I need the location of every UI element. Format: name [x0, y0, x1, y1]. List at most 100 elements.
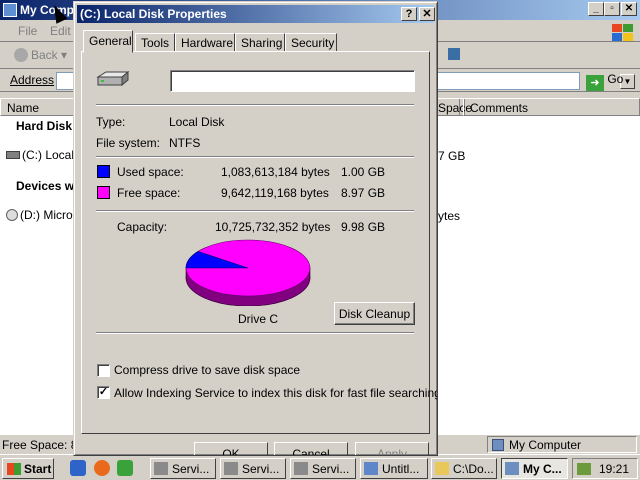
task-label: Servi...	[172, 462, 210, 476]
dialog-close-button[interactable]: ✕	[419, 7, 435, 21]
task-button-active[interactable]: My C...	[501, 458, 568, 479]
firefox-icon[interactable]	[94, 460, 110, 476]
group-devices: Devices w	[16, 179, 75, 193]
task-label: Servi...	[312, 462, 350, 476]
my-computer-icon	[3, 3, 17, 17]
compress-checkbox[interactable]	[97, 364, 110, 377]
start-button[interactable]: Start	[2, 458, 54, 479]
free-space-bytes: 9,642,119,168 bytes	[221, 186, 329, 200]
my-computer-icon	[505, 462, 519, 475]
ie-icon[interactable]	[70, 460, 86, 476]
disk-cleanup-button[interactable]: Disk Cleanup	[334, 302, 415, 325]
disk-usage-pie-chart	[185, 239, 311, 306]
tray-network-icon[interactable]	[577, 463, 591, 475]
hard-drive-icon	[6, 151, 20, 159]
used-space-label: Used space:	[117, 165, 184, 179]
free-space-gb: 8.97 GB	[341, 186, 386, 200]
tab-tools[interactable]: Tools	[135, 33, 175, 52]
capacity-gb: 9.98 GB	[341, 220, 386, 234]
explorer-close-button[interactable]: ✕	[621, 2, 637, 16]
column-comments[interactable]: Comments	[463, 98, 640, 116]
used-space-gb: 1.00 GB	[341, 165, 386, 179]
go-button[interactable]: ➜ Go	[586, 72, 623, 91]
drive-c-space: 7 GB	[438, 149, 466, 163]
clock: 19:21	[599, 462, 630, 476]
dialog-title-bar: (C:) Local Disk Properties ? ✕	[77, 5, 435, 23]
task-label: Servi...	[242, 462, 280, 476]
task-label: C:\Do...	[453, 462, 494, 476]
cd-drive-icon	[6, 209, 18, 221]
address-label: Address	[10, 73, 55, 87]
status-zone: My Computer	[487, 436, 637, 453]
run-icon[interactable]	[117, 460, 133, 476]
task-button[interactable]: Servi...	[150, 458, 216, 479]
help-button[interactable]: ?	[401, 7, 417, 21]
notepad-icon	[364, 462, 378, 475]
drive-d-name: (D:) Micro	[20, 208, 73, 222]
indexing-label: Allow Indexing Service to index this dis…	[114, 386, 438, 400]
separator	[96, 104, 414, 106]
tab-hardware[interactable]: Hardware	[175, 33, 235, 52]
file-system-label: File system:	[96, 136, 161, 150]
group-hard-disk: Hard Disk	[16, 119, 73, 133]
dialog-title: (C:) Local Disk Properties	[80, 7, 227, 21]
task-label: Untitl...	[382, 462, 420, 476]
services-icon	[224, 462, 238, 475]
task-button[interactable]: Untitl...	[360, 458, 428, 479]
windows-flag-icon	[7, 463, 21, 475]
tab-strip: General Tools Hardware Sharing Security	[82, 30, 432, 53]
status-zone-label: My Computer	[509, 438, 582, 452]
tab-security[interactable]: Security	[285, 33, 337, 52]
list-item[interactable]: (D:) Micro	[6, 208, 73, 222]
free-space-label: Free space:	[117, 186, 181, 200]
disk-cleanup-label: Disk Cleanup	[338, 307, 411, 321]
file-system-value: NTFS	[169, 136, 201, 150]
start-label: Start	[24, 462, 52, 476]
apply-label: Apply	[376, 447, 408, 456]
used-space-bytes: 1,083,613,184 bytes	[221, 165, 330, 179]
drive-c-name: (C:) Local	[22, 148, 75, 162]
compress-label: Compress drive to save disk space	[114, 363, 301, 377]
go-arrow-icon: ➜	[586, 75, 604, 91]
type-label: Type:	[96, 115, 126, 129]
back-button[interactable]: Back ▾	[14, 48, 67, 62]
system-tray: 19:21	[572, 458, 638, 479]
list-item[interactable]: (C:) Local	[6, 148, 74, 162]
cancel-label: Cancel	[292, 447, 330, 456]
task-button[interactable]: Servi...	[290, 458, 356, 479]
tab-sharing[interactable]: Sharing	[235, 33, 285, 52]
menu-file[interactable]: File	[18, 24, 37, 38]
menu-edit[interactable]: Edit	[50, 24, 71, 38]
taskbar: Start Servi... Servi... Servi... Untitl.…	[0, 454, 640, 480]
go-label: Go	[607, 72, 624, 86]
separator	[96, 156, 414, 158]
type-value: Local Disk	[169, 115, 225, 129]
views-icon[interactable]	[448, 48, 460, 60]
tab-general[interactable]: General	[83, 30, 133, 53]
separator	[96, 332, 414, 334]
computer-icon	[492, 439, 504, 451]
status-free-space: Free Space: 8.	[2, 438, 81, 452]
task-button[interactable]: Servi...	[220, 458, 286, 479]
free-space-swatch	[97, 186, 110, 199]
ok-label: OK	[222, 447, 240, 456]
services-icon	[154, 462, 168, 475]
disk-properties-dialog: (C:) Local Disk Properties ? ✕ General T…	[73, 1, 438, 456]
task-button[interactable]: C:\Do...	[431, 458, 497, 479]
ok-button[interactable]: OK	[194, 442, 268, 456]
restore-button[interactable]: ▫	[604, 2, 620, 16]
used-space-swatch	[97, 165, 110, 178]
minimize-button[interactable]: _	[588, 2, 604, 16]
folder-icon	[435, 462, 449, 475]
services-icon	[294, 462, 308, 475]
separator	[96, 210, 414, 212]
hard-drive-icon	[96, 71, 130, 87]
back-label: Back	[31, 48, 58, 62]
volume-label-input[interactable]	[170, 70, 415, 92]
apply-button[interactable]: Apply	[355, 442, 429, 456]
task-label: My C...	[523, 462, 562, 476]
capacity-bytes: 10,725,732,352 bytes	[215, 220, 331, 234]
drive-d-space: ytes	[438, 209, 461, 223]
cancel-button[interactable]: Cancel	[274, 442, 348, 456]
indexing-checkbox[interactable]: ✓	[97, 386, 110, 399]
